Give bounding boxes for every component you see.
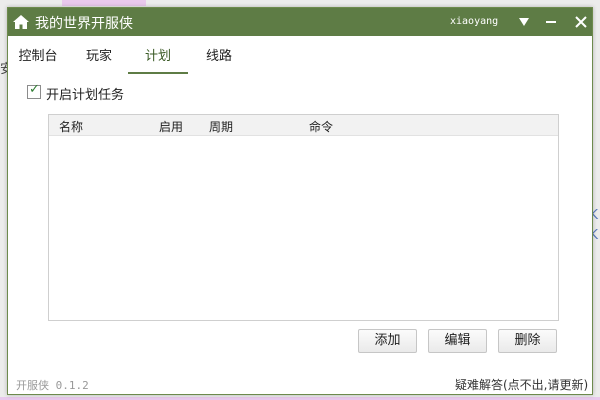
column-header-enabled[interactable]: 启用 xyxy=(159,118,183,135)
edit-button[interactable]: 编辑 xyxy=(428,329,487,353)
dropdown-arrow-icon[interactable] xyxy=(514,12,534,32)
column-header-name[interactable]: 名称 xyxy=(59,118,83,135)
background-tab xyxy=(62,0,146,6)
checkbox-box[interactable]: ✓ xyxy=(27,82,41,99)
username: xiaoyang xyxy=(450,16,499,27)
close-icon[interactable] xyxy=(571,12,591,32)
tab-console[interactable]: 控制台 xyxy=(18,46,58,72)
enable-schedule-label: 开启计划任务 xyxy=(46,88,125,103)
delete-button[interactable]: 删除 xyxy=(498,329,557,353)
app-window: 我的世界开服侠 xiaoyang 控制台 玩家 计划 线路 ✓ 开启计划任务 名… xyxy=(7,7,593,395)
title-bar[interactable]: 我的世界开服侠 xiaoyang xyxy=(8,8,592,36)
app-title: 我的世界开服侠 xyxy=(35,16,133,32)
tab-schedule[interactable]: 计划 xyxy=(128,46,188,74)
add-button[interactable]: 添加 xyxy=(358,329,417,353)
schedule-table[interactable]: 名称 启用 周期 命令 xyxy=(48,114,559,321)
minimize-icon[interactable] xyxy=(541,12,561,32)
table-header: 名称 启用 周期 命令 xyxy=(49,115,558,136)
tab-players[interactable]: 玩家 xyxy=(84,46,114,72)
column-header-period[interactable]: 周期 xyxy=(209,118,233,135)
checkmark-icon: ✓ xyxy=(29,82,40,97)
help-link[interactable]: 疑难解答(点不出,请更新) xyxy=(455,376,588,393)
tab-bar: 控制台 玩家 计划 线路 xyxy=(8,46,592,74)
home-icon xyxy=(13,15,29,29)
column-header-command[interactable]: 命令 xyxy=(309,118,333,135)
version-label: 开服侠 0.1.2 xyxy=(16,379,89,392)
tab-routes[interactable]: 线路 xyxy=(204,46,234,72)
